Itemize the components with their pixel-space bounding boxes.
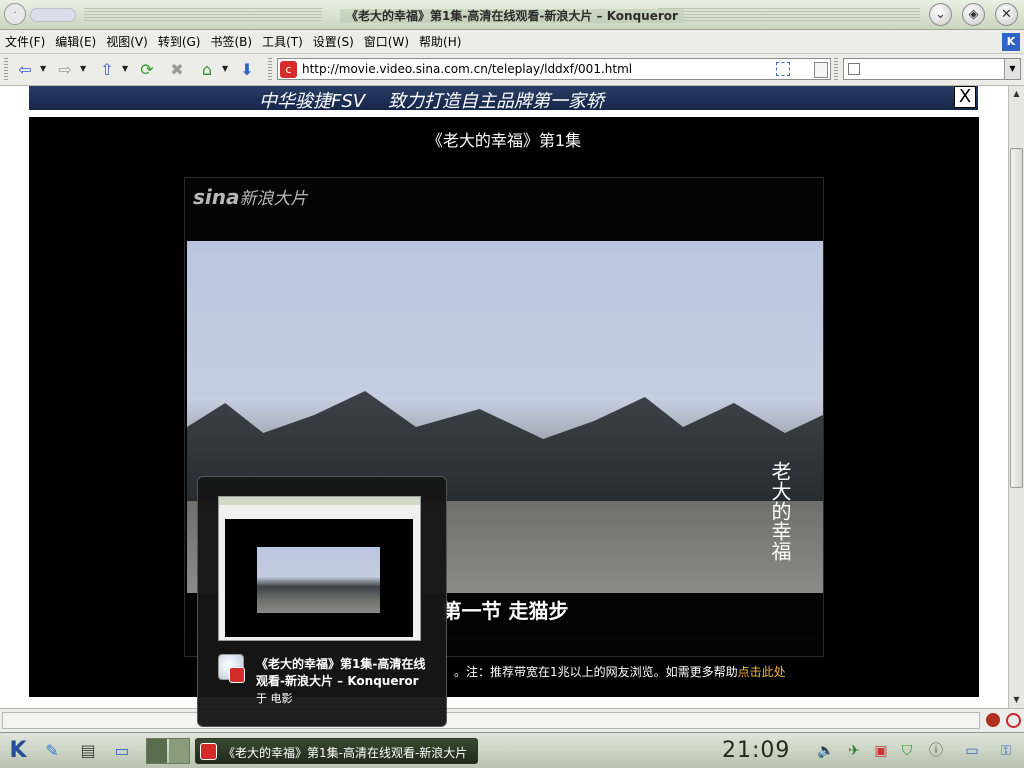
reload-icon[interactable]: ⟳ [136, 59, 158, 81]
scroll-thumb[interactable] [1010, 148, 1023, 488]
toolbar-grip-3[interactable] [834, 58, 838, 82]
forward-icon[interactable]: ⇨ [54, 59, 76, 81]
status-bar [0, 708, 1024, 732]
site-favicon-icon: c [280, 61, 297, 78]
volume-icon[interactable]: 🔈 [816, 741, 836, 761]
menu-file[interactable]: 文件(F) [0, 30, 50, 54]
back-icon[interactable]: ⇦ [14, 59, 36, 81]
web-content: 中华骏捷FSV 致力打造自主品牌第一家轿 X 《老大的幸福》第1集 sina新浪… [0, 86, 1008, 708]
vertical-scrollbar[interactable]: ▲ ▼ [1008, 86, 1024, 708]
computer-icon[interactable]: ▭ [110, 739, 134, 763]
window-titlebar[interactable]: · 《老大的幸福》第1集-高清在线观看-新浪大片 – Konqueror ⌄ ◈… [0, 0, 1024, 30]
thumbnail-titlebar [219, 497, 420, 505]
video-calligraphy: 老大的幸福 [768, 461, 792, 561]
show-desktop-icon[interactable]: ▭ [962, 741, 982, 761]
up-icon[interactable]: ⇧ [96, 59, 118, 81]
taskbar-item-konqueror[interactable]: 《老大的幸福》第1集-高清在线观看-新浪大片 [195, 738, 478, 764]
window-title: 《老大的幸福》第1集-高清在线观看-新浪大片 – Konqueror [0, 7, 1024, 24]
toolbar-grip[interactable] [4, 58, 8, 82]
search-engine-checkbox[interactable] [848, 63, 860, 75]
kde-activity-icon: K [1002, 33, 1020, 51]
close-button[interactable]: ✕ [995, 3, 1018, 26]
menu-go[interactable]: 转到(G) [153, 30, 206, 54]
kwrite-icon[interactable]: ✎ [40, 739, 64, 763]
thumbnail-video [257, 547, 380, 613]
search-dropdown-icon[interactable]: ▼ [1004, 59, 1020, 79]
maximize-button[interactable]: ◈ [962, 3, 985, 26]
search-combobox[interactable]: ▼ [843, 58, 1021, 80]
network-icon[interactable]: ✈ [844, 741, 864, 761]
scroll-up-icon[interactable]: ▲ [1009, 86, 1024, 102]
security-shield-icon[interactable]: ⛉ [897, 741, 917, 761]
bandwidth-note: 。注：推荐带宽在1兆以上的网友浏览。如需更多帮助点击此处 [454, 663, 786, 680]
bandwidth-note-text: 。注：推荐带宽在1兆以上的网友浏览。如需更多帮助 [454, 665, 738, 679]
taskbar-tooltip: 《老大的幸福》第1集-高清在线观看-新浪大片 – Konqueror 于 电影 [197, 476, 447, 727]
banner-text: 中华骏捷FSV 致力打造自主品牌第一家轿 [259, 91, 604, 112]
kmenu-icon[interactable]: K [4, 737, 32, 765]
clipper-icon[interactable]: ▣ [871, 741, 891, 761]
address-bar[interactable]: c http://movie.video.sina.com.cn/telepla… [277, 58, 831, 80]
menu-edit[interactable]: 编辑(E) [50, 30, 101, 54]
info-icon[interactable]: ⓘ [926, 741, 946, 761]
home-dropdown-icon[interactable]: ▼ [222, 65, 230, 73]
back-dropdown-icon[interactable]: ▼ [40, 65, 48, 73]
toolbar-grip-2[interactable] [268, 58, 272, 82]
terminal-icon[interactable]: ▤ [76, 739, 100, 763]
taskbar: K ✎ ▤ ▭ 《老大的幸福》第1集-高清在线观看-新浪大片 21:09 🔈 ✈… [0, 732, 1024, 768]
sina-logo-brand: sina [193, 185, 240, 209]
minimize-button[interactable]: ⌄ [929, 3, 952, 26]
video-panel: 《老大的幸福》第1集 sina新浪大片 老大的幸福 第一节 走猫步 。注：推荐带… [29, 117, 979, 697]
bug-icon[interactable] [986, 713, 1000, 727]
tooltip-subtitle: 于 电影 [256, 692, 293, 705]
sina-logo-text: 新浪大片 [239, 189, 308, 209]
menu-help[interactable]: 帮助(H) [414, 30, 466, 54]
up-dropdown-icon[interactable]: ▼ [122, 65, 130, 73]
lock-icon[interactable]: ⚿ [996, 741, 1016, 761]
menu-tools[interactable]: 工具(T) [257, 30, 308, 54]
menu-view[interactable]: 视图(V) [101, 30, 153, 54]
status-text-field [2, 712, 980, 729]
clipboard-icon[interactable] [814, 62, 828, 78]
sina-logo: sina新浪大片 [193, 184, 308, 209]
menu-bar: 文件(F) 编辑(E) 视图(V) 转到(G) 书签(B) 工具(T) 设置(S) 窗口(W)… [0, 30, 1024, 54]
banner-close-button[interactable]: X [954, 86, 976, 108]
forward-dropdown-icon[interactable]: ▼ [80, 65, 88, 73]
tooltip-title: 《老大的幸福》第1集-高清在线观看-新浪大片 – Konqueror [256, 657, 426, 688]
episode-title: 《老大的幸福》第1集 [426, 131, 582, 150]
konqueror-app-icon [218, 654, 245, 683]
home-icon[interactable]: ⌂ [196, 59, 218, 81]
address-url[interactable]: http://movie.video.sina.com.cn/teleplay/… [302, 62, 632, 76]
fullscreen-select-icon[interactable] [776, 62, 790, 76]
ad-banner[interactable]: 中华骏捷FSV 致力打造自主品牌第一家轿 X [29, 86, 978, 112]
help-link[interactable]: 点击此处 [738, 665, 786, 679]
stop-icon[interactable]: ✖ [166, 59, 188, 81]
menu-bookmarks[interactable]: 书签(B) [205, 30, 257, 54]
task-konqueror-icon [200, 743, 217, 760]
bookmark-down-icon[interactable]: ⬇ [236, 59, 258, 81]
js-blocked-icon[interactable] [1006, 713, 1021, 728]
menu-window[interactable]: 窗口(W) [359, 30, 414, 54]
menu-settings[interactable]: 设置(S) [308, 30, 359, 54]
task-label: 《老大的幸福》第1集-高清在线观看-新浪大片 [223, 746, 468, 760]
clock[interactable]: 21:09 [722, 738, 790, 763]
scroll-down-icon[interactable]: ▼ [1009, 692, 1024, 708]
window-thumbnail [218, 496, 421, 641]
desktop-pager[interactable] [146, 738, 190, 764]
